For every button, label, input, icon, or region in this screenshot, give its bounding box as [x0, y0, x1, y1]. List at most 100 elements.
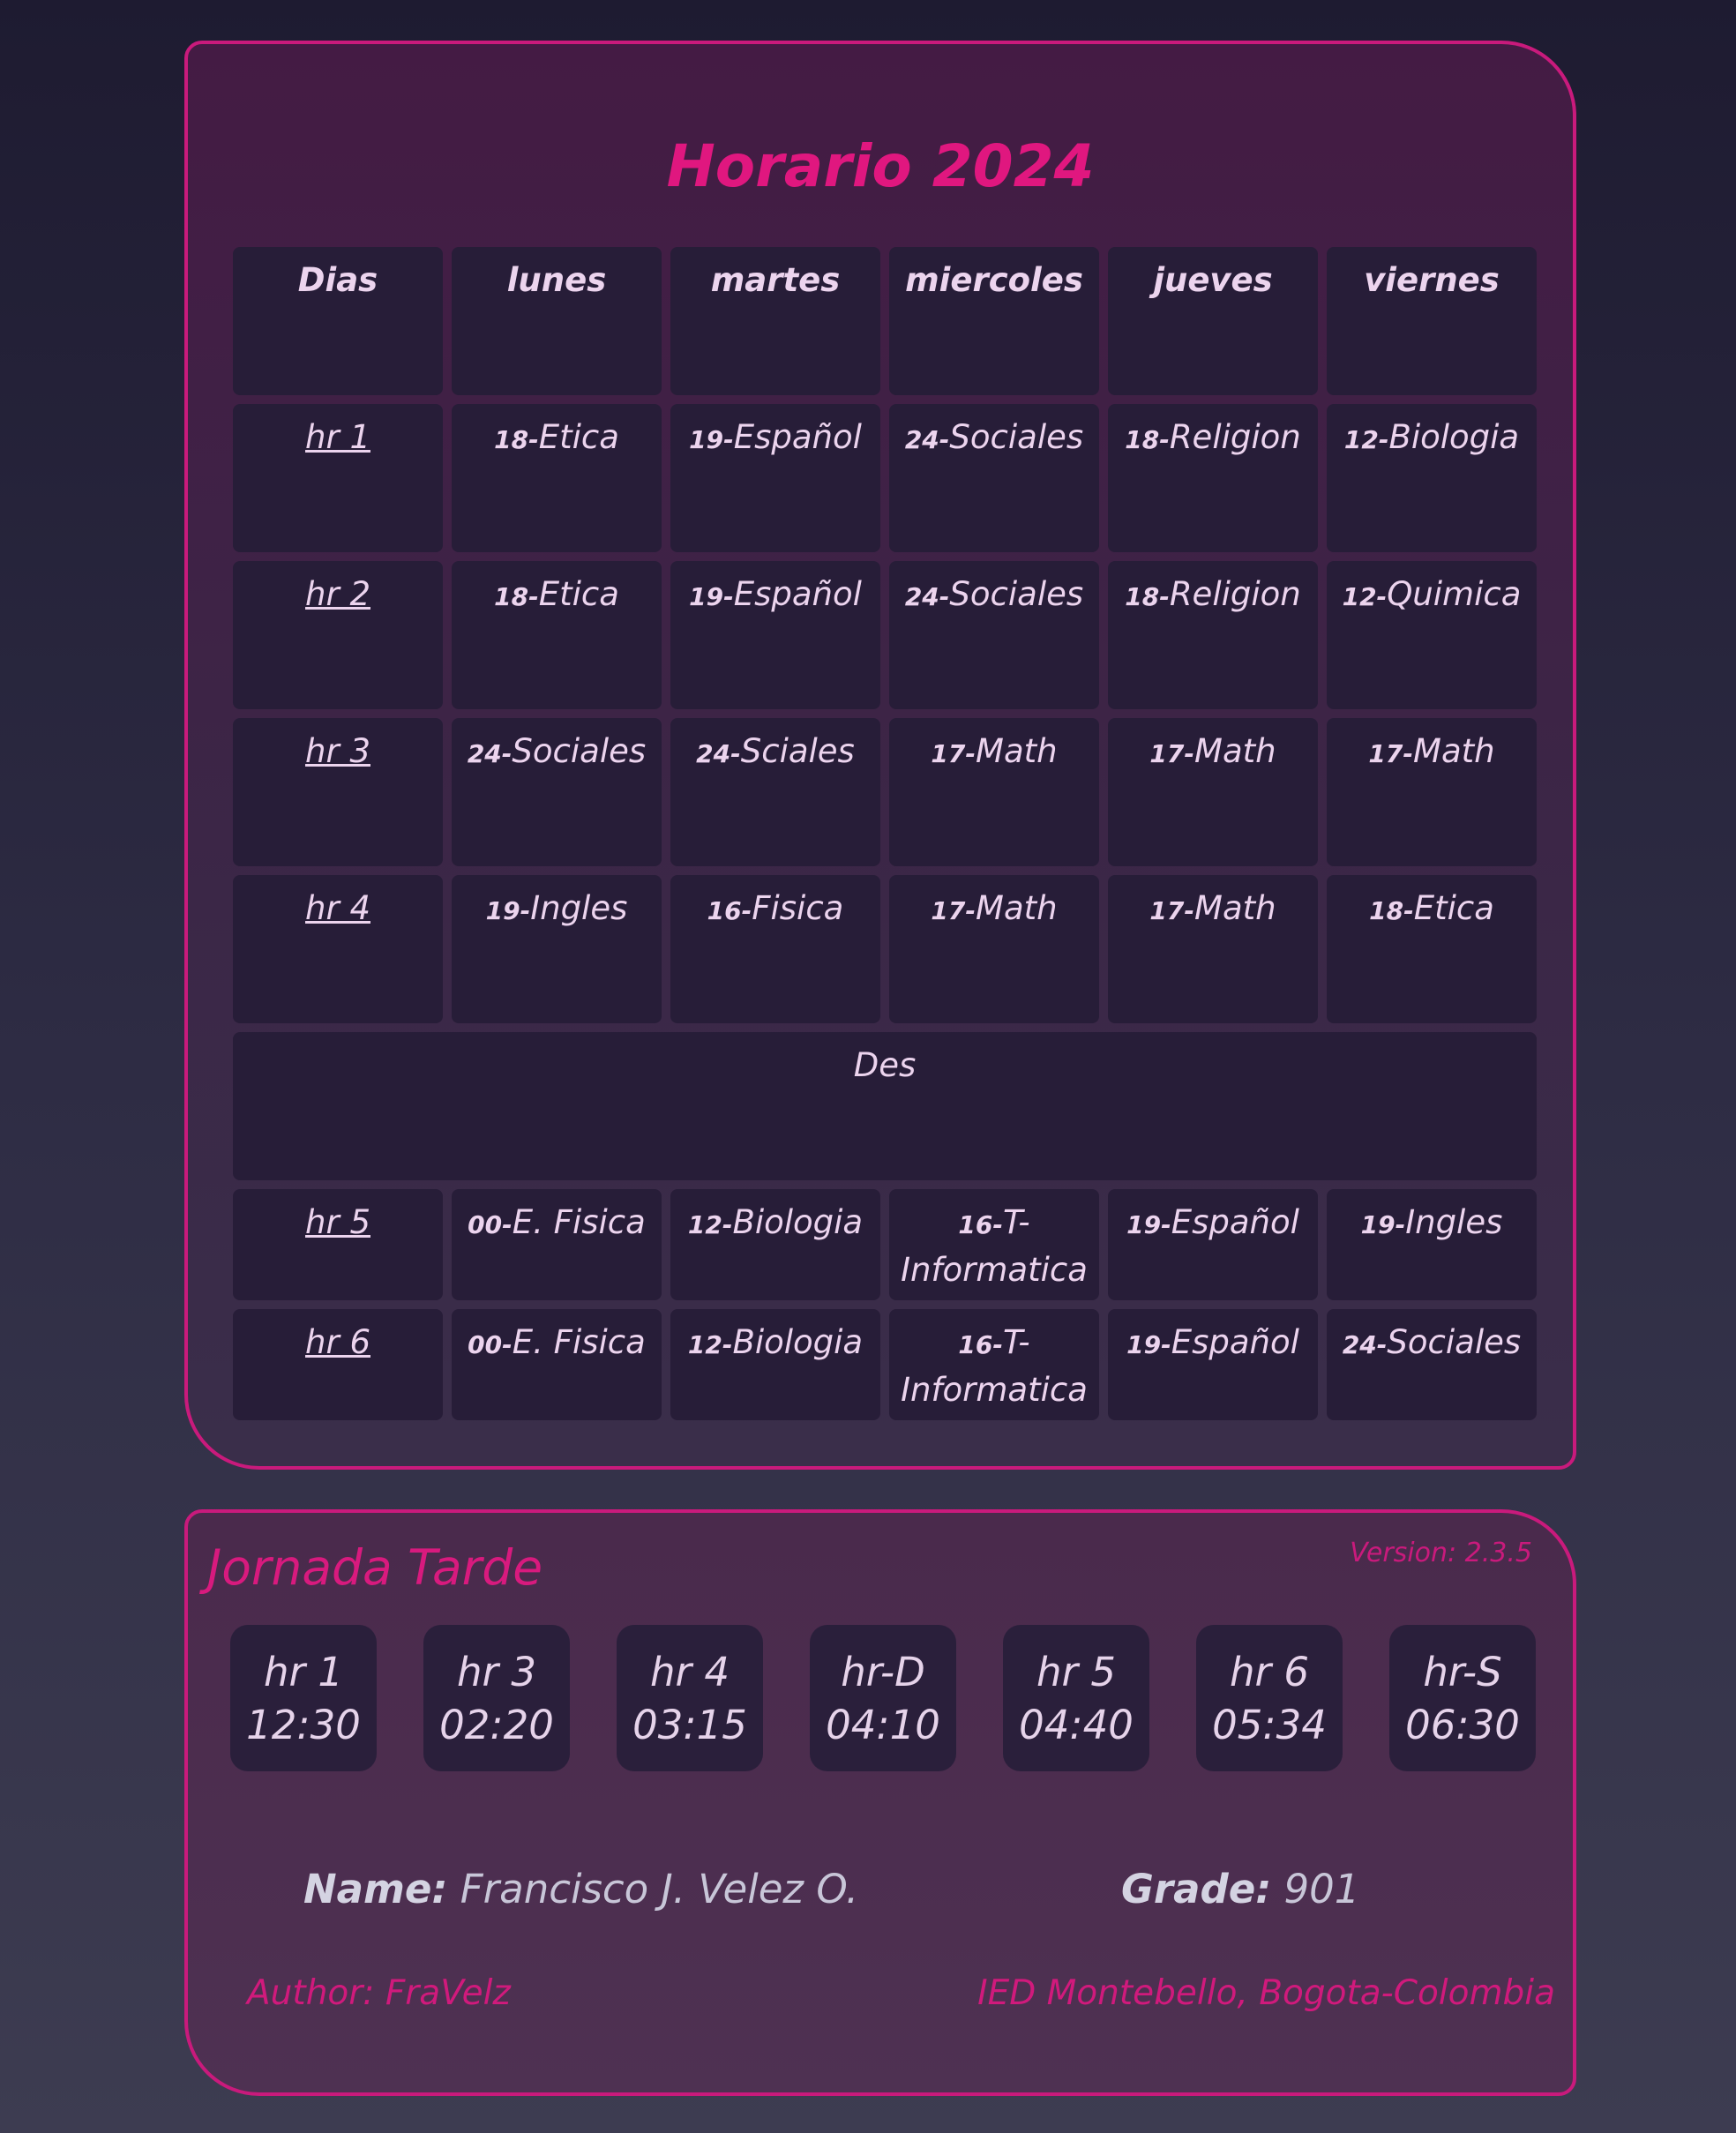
class-cell: 24-Sociales	[889, 561, 1099, 709]
time-box: hr 4 03:15	[617, 1625, 763, 1771]
name-label: Name:	[303, 1866, 448, 1912]
hour-cell: hr 4	[233, 875, 443, 1023]
room-number: 00-	[468, 1210, 513, 1239]
school-label: IED Montebello, Bogota-Colombia	[977, 1973, 1555, 2013]
subject-name: Español	[1171, 1323, 1299, 1361]
subject-name: Religion	[1169, 575, 1301, 613]
room-number: 19-	[689, 425, 734, 454]
class-cell: 16-T-Informatica	[889, 1189, 1099, 1300]
room-number: 17-	[1149, 896, 1195, 925]
room-number: 12-	[687, 1330, 733, 1359]
class-cell: 00-E. Fisica	[452, 1189, 662, 1300]
time-box-time: 03:15	[632, 1702, 747, 1748]
room-number: 12-	[687, 1210, 733, 1239]
room-number: 16-	[958, 1330, 1003, 1359]
subject-name: Etica	[538, 418, 619, 456]
room-number: 18-	[494, 582, 539, 611]
time-box-label: hr-D	[841, 1649, 925, 1695]
class-cell: 18-Etica	[1327, 875, 1537, 1023]
class-cell: 24-Sociales	[452, 718, 662, 866]
header-cell: lunes	[452, 247, 662, 395]
class-cell: 00-E. Fisica	[452, 1309, 662, 1420]
time-box: hr-D 04:10	[810, 1625, 956, 1771]
header-cell: miercoles	[889, 247, 1099, 395]
time-box: hr-S 06:30	[1389, 1625, 1536, 1771]
class-cell: 19-Español	[1108, 1189, 1318, 1300]
room-number: 24-	[904, 582, 950, 611]
time-box: hr 5 04:40	[1003, 1625, 1149, 1771]
student-name: Name: Francisco J. Velez O.	[303, 1866, 858, 1912]
room-number: 18-	[494, 425, 539, 454]
jornada-label: Jornada Tarde	[207, 1539, 543, 1596]
subject-name: Sociales	[949, 418, 1084, 456]
schedule-title: Horario 2024	[666, 132, 1095, 200]
subject-name: Fisica	[752, 889, 844, 927]
time-box-label: hr 6	[1230, 1649, 1309, 1695]
room-number: 17-	[1368, 739, 1414, 768]
subject-name: Religion	[1169, 418, 1301, 456]
room-number: 12-	[1342, 582, 1388, 611]
subject-name: Ingles	[530, 889, 628, 927]
name-value: Francisco J. Velez O.	[460, 1866, 859, 1912]
room-number: 17-	[931, 739, 976, 768]
class-cell: 19-Español	[670, 404, 880, 552]
time-boxes: hr 1 12:30 hr 3 02:20 hr 4 03:15 hr-D 04:10 hr 5…	[230, 1625, 1536, 1771]
subject-name: Sociales	[949, 575, 1084, 613]
subject-name: E. Fisica	[512, 1323, 646, 1361]
time-box: hr 3 02:20	[423, 1625, 570, 1771]
grade-value: 901	[1283, 1866, 1360, 1912]
subject-name: Biologia	[732, 1323, 864, 1361]
class-cell: 17-Math	[1108, 718, 1318, 866]
class-cell: 12-Quimica	[1327, 561, 1537, 709]
room-number: 19-	[1126, 1210, 1171, 1239]
class-cell: 17-Math	[1108, 875, 1318, 1023]
info-card: Jornada Tarde Version: 2.3.5 hr 1 12:30 hr…	[184, 1509, 1576, 2096]
subject-name: E. Fisica	[512, 1203, 646, 1241]
room-number: 24-	[904, 425, 950, 454]
hour-cell: hr 3	[233, 718, 443, 866]
room-number: 19-	[1126, 1330, 1171, 1359]
class-cell: 19-Español	[670, 561, 880, 709]
grade-label: Grade:	[1121, 1866, 1272, 1912]
room-number: 12-	[1343, 425, 1389, 454]
schedule-grid: Dias lunes martes miercoles jueves viernes hr …	[233, 247, 1537, 1420]
room-number: 18-	[1125, 582, 1170, 611]
time-box-label: hr-S	[1423, 1649, 1502, 1695]
subject-name: Biologia	[1388, 418, 1520, 456]
time-box-label: hr 5	[1036, 1649, 1116, 1695]
header-cell: jueves	[1108, 247, 1318, 395]
room-number: 00-	[468, 1330, 513, 1359]
room-number: 19-	[1360, 1210, 1406, 1239]
room-number: 16-	[707, 896, 752, 925]
class-cell: 18-Religion	[1108, 404, 1318, 552]
subject-name: Sociales	[512, 732, 647, 770]
room-number: 17-	[931, 896, 976, 925]
time-box: hr 1 12:30	[230, 1625, 377, 1771]
subject-name: Quimica	[1387, 575, 1522, 613]
hour-cell: hr 1	[233, 404, 443, 552]
subject-name: Etica	[538, 575, 619, 613]
room-number: 24-	[696, 739, 741, 768]
schedule-card: Horario 2024 Dias lunes martes miercoles jue…	[184, 41, 1576, 1470]
class-cell: 24-Sciales	[670, 718, 880, 866]
class-cell: 16-T-Informatica	[889, 1309, 1099, 1420]
subject-name: Math	[1194, 889, 1276, 927]
time-box-time: 02:20	[439, 1702, 554, 1748]
header-cell: Dias	[233, 247, 443, 395]
class-cell: 12-Biologia	[1327, 404, 1537, 552]
subject-name: Español	[1171, 1203, 1299, 1241]
class-cell: 19-Ingles	[452, 875, 662, 1023]
subject-name: Español	[733, 418, 862, 456]
version-label: Version: 2.3.5	[1350, 1538, 1532, 1568]
room-number: 19-	[485, 896, 531, 925]
class-cell: 12-Biologia	[670, 1189, 880, 1300]
room-number: 19-	[689, 582, 734, 611]
subject-name: Sciales	[740, 732, 855, 770]
class-cell: 18-Etica	[452, 404, 662, 552]
class-cell: 24-Sociales	[889, 404, 1099, 552]
time-box-label: hr 3	[457, 1649, 536, 1695]
class-cell: 17-Math	[889, 875, 1099, 1023]
room-number: 18-	[1125, 425, 1170, 454]
subject-name: Math	[1194, 732, 1276, 770]
time-box-time: 05:34	[1212, 1702, 1327, 1748]
